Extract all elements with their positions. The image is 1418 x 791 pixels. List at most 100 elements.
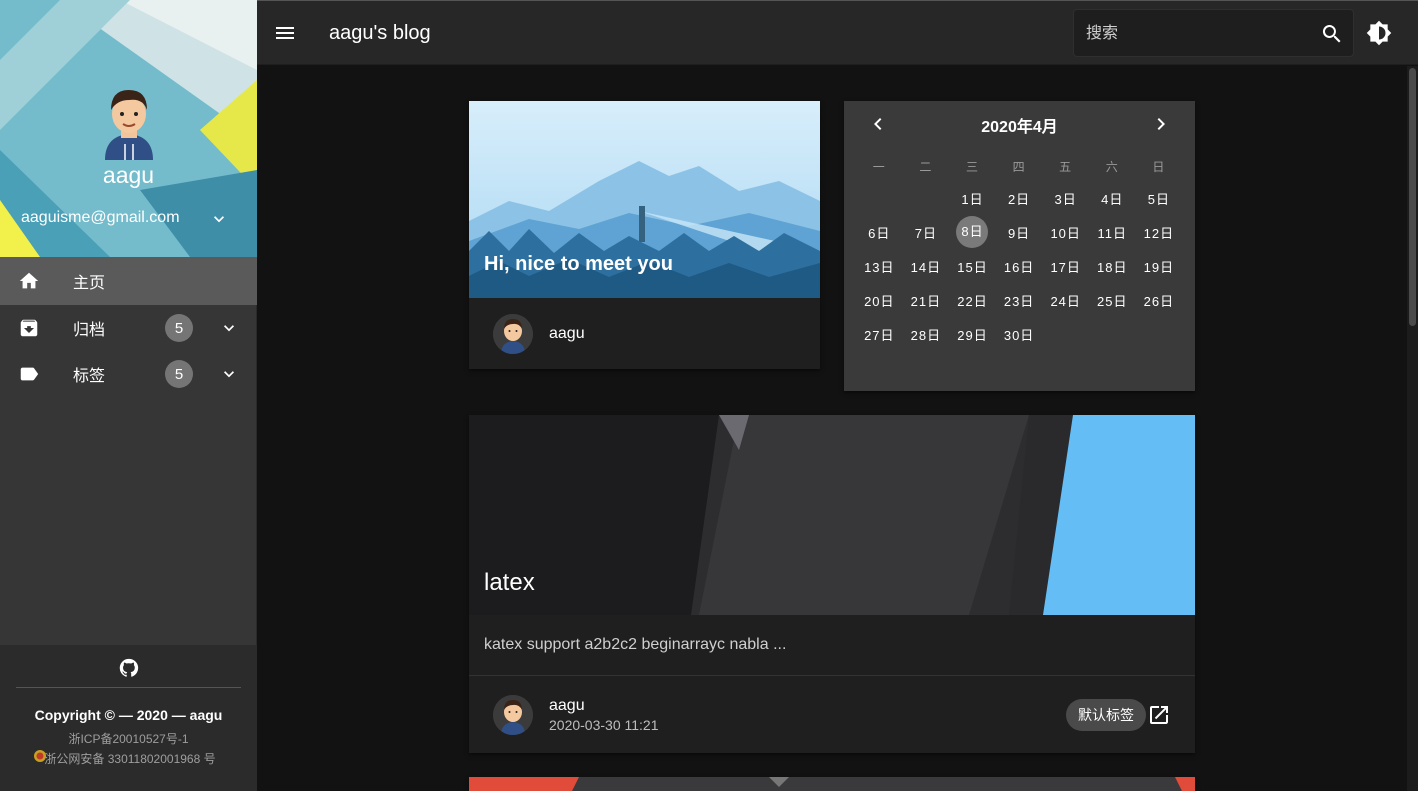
calendar-day-label: 11日 [1097,225,1128,241]
search-input[interactable] [1086,22,1306,46]
calendar-day[interactable]: 27日 [856,325,903,344]
calendar-day[interactable]: 21日 [903,291,950,310]
chevron-down-icon[interactable] [209,209,229,229]
search-icon[interactable] [1320,22,1344,46]
calendar-day[interactable]: 25日 [1089,291,1136,310]
calendar-day[interactable]: 4日 [1089,189,1136,208]
calendar-day[interactable]: 3日 [1042,189,1089,208]
calendar-grid: 一 二 三 四 五 六 日 1日 2日 3日 4日 5日 6日 7日 8日 9日 10日 11日 12… [856,155,1183,351]
calendar-day-label: 20日 [864,293,895,309]
calendar-week: 27日 28日 29日 30日 [856,317,1183,351]
navigation-drawer: aagu aaguisme@gmail.com 主页 归档 5 标签 5 Cop… [0,0,257,791]
weekday-label: 二 [919,159,933,174]
profile-header: aagu aaguisme@gmail.com [0,0,257,257]
calendar-day-label: 7日 [914,225,937,241]
calendar-day-label: 25日 [1097,293,1128,309]
calendar-day[interactable]: 20日 [856,291,903,310]
calendar-day-label: 26日 [1143,293,1175,309]
calendar-day[interactable]: 22日 [949,291,996,310]
calendar-day[interactable]: 9日 [996,223,1043,242]
post-banner-image [469,777,1195,791]
calendar-day[interactable]: 15日 [949,257,996,276]
post-card-next[interactable] [469,777,1195,791]
post-card[interactable]: latex katex support a2b2c2 beginarrayc n… [469,415,1195,753]
search-box [1073,9,1354,57]
calendar-day[interactable]: 12日 [1136,223,1183,242]
calendar-day[interactable]: 6日 [856,223,903,242]
calendar-day[interactable]: 10日 [1042,223,1089,242]
calendar-day-label: 29日 [957,327,988,343]
sidebar-footer: Copyright © — 2020 — aagu 浙ICP备20010527号… [0,645,257,791]
calendar-day-label: 13日 [864,259,895,275]
calendar-day[interactable]: 7日 [903,223,950,242]
app-title[interactable]: aagu's blog [329,22,431,45]
calendar-day-label: 24日 [1050,293,1081,309]
calendar-day-today[interactable]: 8日 [949,216,996,248]
post-title[interactable]: latex [484,569,535,597]
calendar-day[interactable]: 18日 [1089,257,1136,276]
divider [469,675,1195,676]
scrollbar-thumb[interactable] [1409,68,1416,326]
calendar-day[interactable]: 14日 [903,257,950,276]
chevron-right-icon[interactable] [1149,112,1173,136]
avatar[interactable] [493,314,533,354]
calendar-day[interactable]: 5日 [1136,189,1183,208]
welcome-greeting: Hi, nice to meet you [484,253,673,275]
calendar-month: 2020年4月 [981,119,1058,136]
github-icon[interactable] [118,657,140,679]
open-in-new-icon[interactable] [1147,703,1171,727]
profile-email: aaguisme@gmail.com [21,209,180,226]
calendar-day[interactable]: 16日 [996,257,1043,276]
calendar-day-label: 23日 [1003,293,1035,309]
calendar-day[interactable]: 13日 [856,257,903,276]
calendar-day[interactable]: 19日 [1136,257,1183,276]
calendar-day[interactable]: 28日 [903,325,950,344]
calendar-day-label: 6日 [868,225,891,241]
calendar-day[interactable]: 26日 [1136,291,1183,310]
calendar-week: 20日 21日 22日 23日 24日 25日 26日 [856,283,1183,317]
calendar-day[interactable]: 30日 [996,325,1043,344]
nav-label: 标签 [73,368,106,385]
author-name[interactable]: aagu [549,325,585,343]
welcome-card: Hi, nice to meet you aagu [469,101,820,369]
nav-item-home[interactable]: 主页 [0,257,257,305]
calendar-week: 6日 7日 8日 9日 10日 11日 12日 [856,215,1183,249]
weekday-label: 日 [1152,159,1166,174]
icp-link[interactable]: 浙ICP备20010527号-1 [0,730,257,747]
weekday-label: 四 [1012,159,1026,174]
tag-chip[interactable]: 默认标签 [1066,699,1146,731]
copyright-text: Copyright © — 2020 — aagu [0,707,257,723]
calendar-day-label: 8日 [956,216,989,248]
nav-label: 归档 [73,322,106,339]
calendar-day-label: 12日 [1143,225,1175,241]
calendar-day[interactable]: 2日 [996,189,1043,208]
chevron-down-icon[interactable] [219,364,239,384]
calendar-day[interactable]: 29日 [949,325,996,344]
calendar-day-label: 30日 [1003,327,1035,343]
copyright-owner: aagu [189,707,223,723]
post-date: 2020-03-30 11:21 [549,717,659,733]
menu-icon[interactable] [273,21,297,45]
calendar-day-label: 15日 [957,259,988,275]
calendar-day[interactable]: 11日 [1089,223,1136,242]
avatar[interactable] [99,84,159,160]
calendar-day-label: 1日 [961,191,984,207]
avatar[interactable] [493,695,533,735]
chevron-down-icon[interactable] [219,318,239,338]
calendar-day-label: 2日 [1007,191,1031,207]
calendar-day[interactable]: 23日 [996,291,1043,310]
brightness-toggle-icon[interactable] [1366,20,1392,46]
post-excerpt: katex support a2b2c2 beginarrayc nabla .… [484,636,787,653]
calendar-day[interactable]: 17日 [1042,257,1089,276]
author-row: aagu [493,314,585,354]
avatar-image [493,314,533,354]
nav-item-tags[interactable]: 标签 5 [0,351,257,397]
weekday-label: 一 [872,159,886,174]
calendar-day[interactable]: 24日 [1042,291,1089,310]
scrollbar[interactable] [1407,66,1418,791]
calendar-day[interactable]: 1日 [949,189,996,208]
gongan-link[interactable]: 浙公网安备 33011802001968 号 [30,749,230,769]
calendar-day-label: 5日 [1147,191,1170,207]
author-name[interactable]: aagu [549,697,659,715]
nav-item-archive[interactable]: 归档 5 [0,305,257,351]
